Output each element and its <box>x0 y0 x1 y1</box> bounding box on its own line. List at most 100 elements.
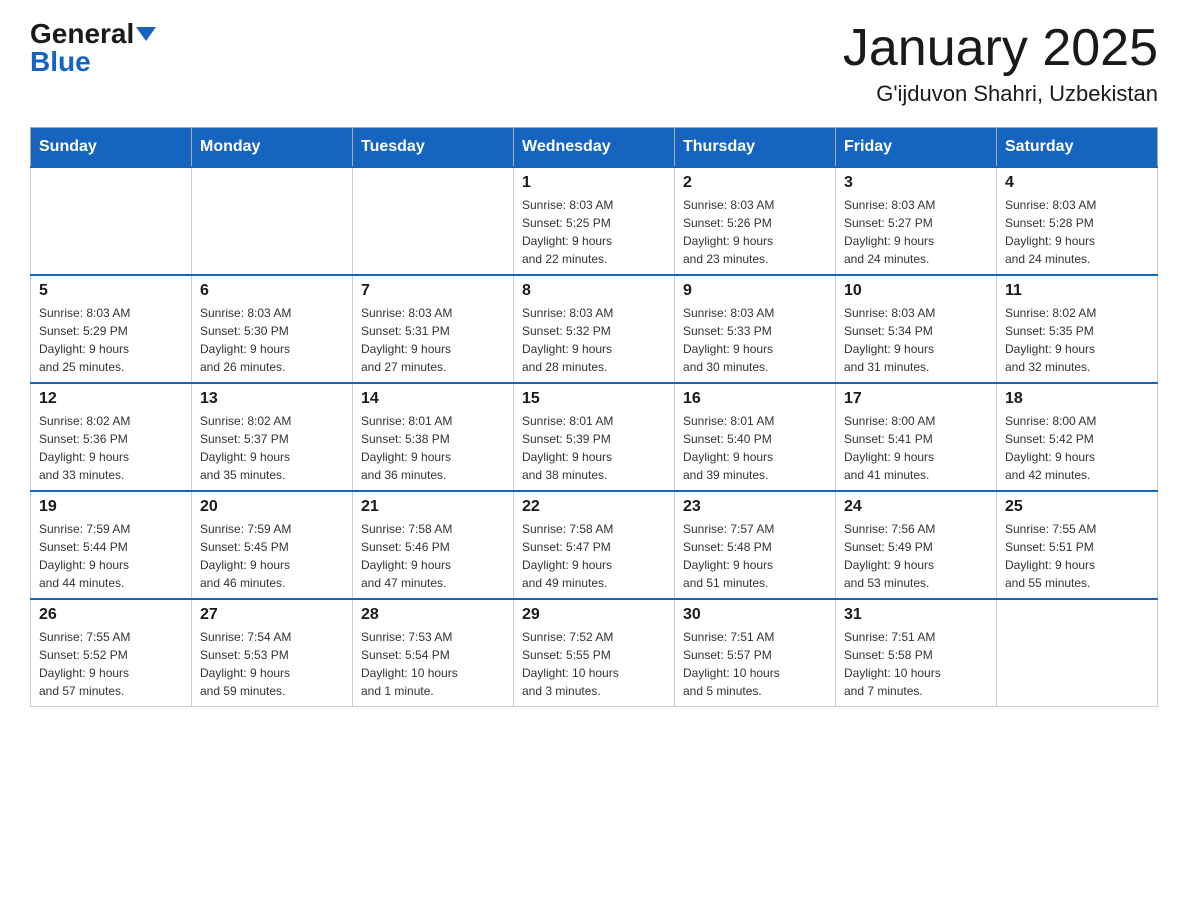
calendar-cell: 4 Sunrise: 8:03 AM Sunset: 5:28 PM Daylig… <box>997 167 1158 275</box>
calendar-cell: 29 Sunrise: 7:52 AM Sunset: 5:55 PM Dayli… <box>514 599 675 707</box>
calendar-cell: 16 Sunrise: 8:01 AM Sunset: 5:40 PM Dayli… <box>675 383 836 491</box>
title-section: January 2025 G'ijduvon Shahri, Uzbekista… <box>843 20 1158 107</box>
calendar-cell: 8 Sunrise: 8:03 AM Sunset: 5:32 PM Daylig… <box>514 275 675 383</box>
day-info: Sunrise: 8:01 AM Sunset: 5:39 PM Dayligh… <box>522 412 666 484</box>
day-number: 1 <box>522 174 666 192</box>
day-info: Sunrise: 8:02 AM Sunset: 5:36 PM Dayligh… <box>39 412 183 484</box>
weekday-header-monday: Monday <box>192 128 353 168</box>
day-info: Sunrise: 7:52 AM Sunset: 5:55 PM Dayligh… <box>522 628 666 700</box>
weekday-header-wednesday: Wednesday <box>514 128 675 168</box>
day-number: 5 <box>39 282 183 300</box>
day-info: Sunrise: 8:03 AM Sunset: 5:27 PM Dayligh… <box>844 196 988 268</box>
day-info: Sunrise: 8:03 AM Sunset: 5:25 PM Dayligh… <box>522 196 666 268</box>
day-number: 4 <box>1005 174 1149 192</box>
calendar-cell: 18Sunrise: 8:00 AM Sunset: 5:42 PM Dayli… <box>997 383 1158 491</box>
calendar-cell: 12 Sunrise: 8:02 AM Sunset: 5:36 PM Dayli… <box>31 383 192 491</box>
day-number: 10 <box>844 282 988 300</box>
day-number: 26 <box>39 606 183 624</box>
day-number: 16 <box>683 390 827 408</box>
day-info: Sunrise: 8:00 AM Sunset: 5:42 PM Dayligh… <box>1005 412 1149 484</box>
calendar-cell <box>997 599 1158 707</box>
calendar-cell: 24 Sunrise: 7:56 AM Sunset: 5:49 PM Dayli… <box>836 491 997 599</box>
day-info: Sunrise: 7:51 AM Sunset: 5:57 PM Dayligh… <box>683 628 827 700</box>
calendar-cell: 6 Sunrise: 8:03 AM Sunset: 5:30 PM Daylig… <box>192 275 353 383</box>
day-number: 2 <box>683 174 827 192</box>
calendar-cell <box>192 167 353 275</box>
calendar-cell: 15 Sunrise: 8:01 AM Sunset: 5:39 PM Dayli… <box>514 383 675 491</box>
calendar-week-row: 12 Sunrise: 8:02 AM Sunset: 5:36 PM Dayli… <box>31 383 1158 491</box>
calendar-cell <box>353 167 514 275</box>
logo-general-text: General <box>30 20 134 48</box>
calendar-week-row: 26 Sunrise: 7:55 AM Sunset: 5:52 PM Dayli… <box>31 599 1158 707</box>
day-info: Sunrise: 8:01 AM Sunset: 5:40 PM Dayligh… <box>683 412 827 484</box>
day-number: 19 <box>39 498 183 516</box>
calendar-cell: 30 Sunrise: 7:51 AM Sunset: 5:57 PM Dayli… <box>675 599 836 707</box>
calendar-cell: 20 Sunrise: 7:59 AM Sunset: 5:45 PM Dayli… <box>192 491 353 599</box>
calendar-cell: 25Sunrise: 7:55 AM Sunset: 5:51 PM Dayli… <box>997 491 1158 599</box>
day-info: Sunrise: 7:53 AM Sunset: 5:54 PM Dayligh… <box>361 628 505 700</box>
day-number: 24 <box>844 498 988 516</box>
calendar-cell: 9 Sunrise: 8:03 AM Sunset: 5:33 PM Daylig… <box>675 275 836 383</box>
month-title: January 2025 <box>843 20 1158 77</box>
day-info: Sunrise: 7:59 AM Sunset: 5:45 PM Dayligh… <box>200 520 344 592</box>
day-number: 21 <box>361 498 505 516</box>
day-number: 25 <box>1005 498 1149 516</box>
page-header: General Blue January 2025 G'ijduvon Shah… <box>30 20 1158 107</box>
day-number: 11 <box>1005 282 1149 300</box>
weekday-header-tuesday: Tuesday <box>353 128 514 168</box>
day-info: Sunrise: 8:00 AM Sunset: 5:41 PM Dayligh… <box>844 412 988 484</box>
day-number: 9 <box>683 282 827 300</box>
day-number: 20 <box>200 498 344 516</box>
day-info: Sunrise: 8:03 AM Sunset: 5:30 PM Dayligh… <box>200 304 344 376</box>
weekday-header-saturday: Saturday <box>997 128 1158 168</box>
calendar-table: SundayMondayTuesdayWednesdayThursdayFrid… <box>30 127 1158 707</box>
day-number: 7 <box>361 282 505 300</box>
day-info: Sunrise: 7:58 AM Sunset: 5:47 PM Dayligh… <box>522 520 666 592</box>
calendar-week-row: 5Sunrise: 8:03 AM Sunset: 5:29 PM Daylig… <box>31 275 1158 383</box>
day-info: Sunrise: 7:57 AM Sunset: 5:48 PM Dayligh… <box>683 520 827 592</box>
calendar-cell: 26 Sunrise: 7:55 AM Sunset: 5:52 PM Dayli… <box>31 599 192 707</box>
day-number: 15 <box>522 390 666 408</box>
calendar-cell: 10Sunrise: 8:03 AM Sunset: 5:34 PM Dayli… <box>836 275 997 383</box>
day-info: Sunrise: 7:54 AM Sunset: 5:53 PM Dayligh… <box>200 628 344 700</box>
day-number: 29 <box>522 606 666 624</box>
day-number: 8 <box>522 282 666 300</box>
calendar-cell: 1 Sunrise: 8:03 AM Sunset: 5:25 PM Daylig… <box>514 167 675 275</box>
day-info: Sunrise: 8:03 AM Sunset: 5:32 PM Dayligh… <box>522 304 666 376</box>
weekday-header-row: SundayMondayTuesdayWednesdayThursdayFrid… <box>31 128 1158 168</box>
calendar-cell: 7Sunrise: 8:03 AM Sunset: 5:31 PM Daylig… <box>353 275 514 383</box>
calendar-cell: 21 Sunrise: 7:58 AM Sunset: 5:46 PM Dayli… <box>353 491 514 599</box>
calendar-cell: 5Sunrise: 8:03 AM Sunset: 5:29 PM Daylig… <box>31 275 192 383</box>
calendar-cell: 31Sunrise: 7:51 AM Sunset: 5:58 PM Dayli… <box>836 599 997 707</box>
day-number: 30 <box>683 606 827 624</box>
calendar-cell: 13Sunrise: 8:02 AM Sunset: 5:37 PM Dayli… <box>192 383 353 491</box>
logo-triangle-icon <box>136 27 156 41</box>
logo: General Blue <box>30 20 156 76</box>
day-info: Sunrise: 8:02 AM Sunset: 5:35 PM Dayligh… <box>1005 304 1149 376</box>
day-info: Sunrise: 7:56 AM Sunset: 5:49 PM Dayligh… <box>844 520 988 592</box>
day-number: 3 <box>844 174 988 192</box>
day-info: Sunrise: 8:03 AM Sunset: 5:33 PM Dayligh… <box>683 304 827 376</box>
calendar-cell: 17 Sunrise: 8:00 AM Sunset: 5:41 PM Dayli… <box>836 383 997 491</box>
calendar-cell: 28Sunrise: 7:53 AM Sunset: 5:54 PM Dayli… <box>353 599 514 707</box>
day-number: 12 <box>39 390 183 408</box>
day-info: Sunrise: 8:03 AM Sunset: 5:26 PM Dayligh… <box>683 196 827 268</box>
calendar-week-row: 19Sunrise: 7:59 AM Sunset: 5:44 PM Dayli… <box>31 491 1158 599</box>
calendar-cell: 3 Sunrise: 8:03 AM Sunset: 5:27 PM Daylig… <box>836 167 997 275</box>
day-number: 27 <box>200 606 344 624</box>
day-number: 6 <box>200 282 344 300</box>
day-number: 22 <box>522 498 666 516</box>
logo-blue-text: Blue <box>30 48 91 76</box>
weekday-header-friday: Friday <box>836 128 997 168</box>
day-number: 17 <box>844 390 988 408</box>
day-info: Sunrise: 7:55 AM Sunset: 5:52 PM Dayligh… <box>39 628 183 700</box>
day-info: Sunrise: 7:58 AM Sunset: 5:46 PM Dayligh… <box>361 520 505 592</box>
day-info: Sunrise: 8:03 AM Sunset: 5:28 PM Dayligh… <box>1005 196 1149 268</box>
day-info: Sunrise: 8:02 AM Sunset: 5:37 PM Dayligh… <box>200 412 344 484</box>
day-number: 14 <box>361 390 505 408</box>
calendar-cell: 19Sunrise: 7:59 AM Sunset: 5:44 PM Dayli… <box>31 491 192 599</box>
calendar-cell: 11 Sunrise: 8:02 AM Sunset: 5:35 PM Dayli… <box>997 275 1158 383</box>
calendar-cell: 27 Sunrise: 7:54 AM Sunset: 5:53 PM Dayli… <box>192 599 353 707</box>
calendar-week-row: 1 Sunrise: 8:03 AM Sunset: 5:25 PM Daylig… <box>31 167 1158 275</box>
day-number: 23 <box>683 498 827 516</box>
